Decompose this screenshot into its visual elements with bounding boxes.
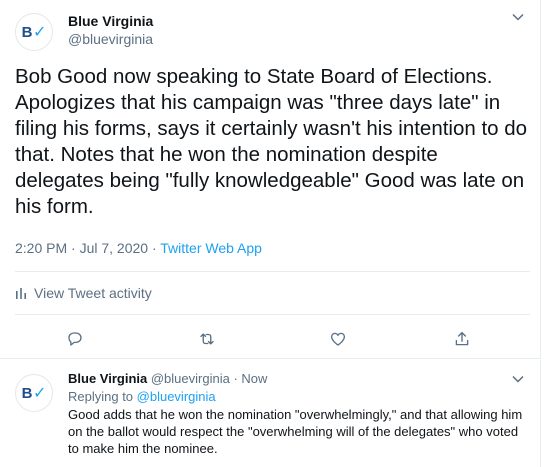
chevron-down-icon[interactable] [509, 8, 527, 26]
reply-tweet[interactable]: B ✓ Blue Virginia @bluevirginia · Now Rep… [0, 360, 541, 467]
reply-icon [68, 332, 82, 346]
tweet-meta: 2:20 PM · Jul 7, 2020 · Twitter Web App [15, 240, 262, 256]
like-button[interactable] [326, 327, 350, 351]
tweet-source-app[interactable]: Twitter Web App [160, 240, 262, 256]
reply-author-name[interactable]: Blue Virginia [68, 371, 147, 386]
divider [15, 314, 530, 315]
divider [15, 271, 530, 272]
reply-button[interactable] [63, 327, 87, 351]
author-handle[interactable]: @bluevirginia [68, 31, 153, 47]
reply-author-handle[interactable]: @bluevirginia [151, 371, 230, 386]
main-tweet: B ✓ Blue Virginia @bluevirginia Bob Good … [0, 0, 541, 359]
retweet-icon [200, 333, 214, 345]
view-tweet-activity-label: View Tweet activity [34, 285, 152, 301]
tweet-timestamp[interactable]: 2:20 PM · Jul 7, 2020 · [15, 240, 160, 256]
retweet-button[interactable] [195, 327, 219, 351]
reply-separator: · [229, 371, 242, 386]
avatar-logo: B [21, 384, 33, 402]
like-icon [330, 332, 346, 346]
avatar[interactable]: B ✓ [15, 13, 53, 51]
avatar[interactable]: B ✓ [15, 374, 53, 412]
author-name[interactable]: Blue Virginia [68, 13, 153, 29]
avatar-logo: B [21, 23, 33, 41]
replying-prefix: Replying to [68, 389, 137, 404]
tweet-text: Bob Good now speaking to State Board of … [15, 65, 528, 218]
share-icon [455, 331, 469, 346]
checkmark-icon: ✓ [32, 24, 47, 41]
checkmark-icon: ✓ [32, 385, 47, 402]
reply-header: Blue Virginia @bluevirginia · Now [68, 371, 267, 386]
replying-mention-link[interactable]: @bluevirginia [137, 389, 216, 404]
bar-chart-icon [16, 288, 26, 299]
replying-to: Replying to @bluevirginia [68, 389, 216, 404]
share-button[interactable] [450, 327, 474, 351]
view-tweet-activity-link[interactable]: View Tweet activity [15, 285, 152, 301]
reply-text: Good adds that he won the nomination "ov… [68, 407, 523, 456]
chevron-down-icon[interactable] [509, 370, 527, 388]
reply-timestamp[interactable]: Now [241, 371, 267, 386]
